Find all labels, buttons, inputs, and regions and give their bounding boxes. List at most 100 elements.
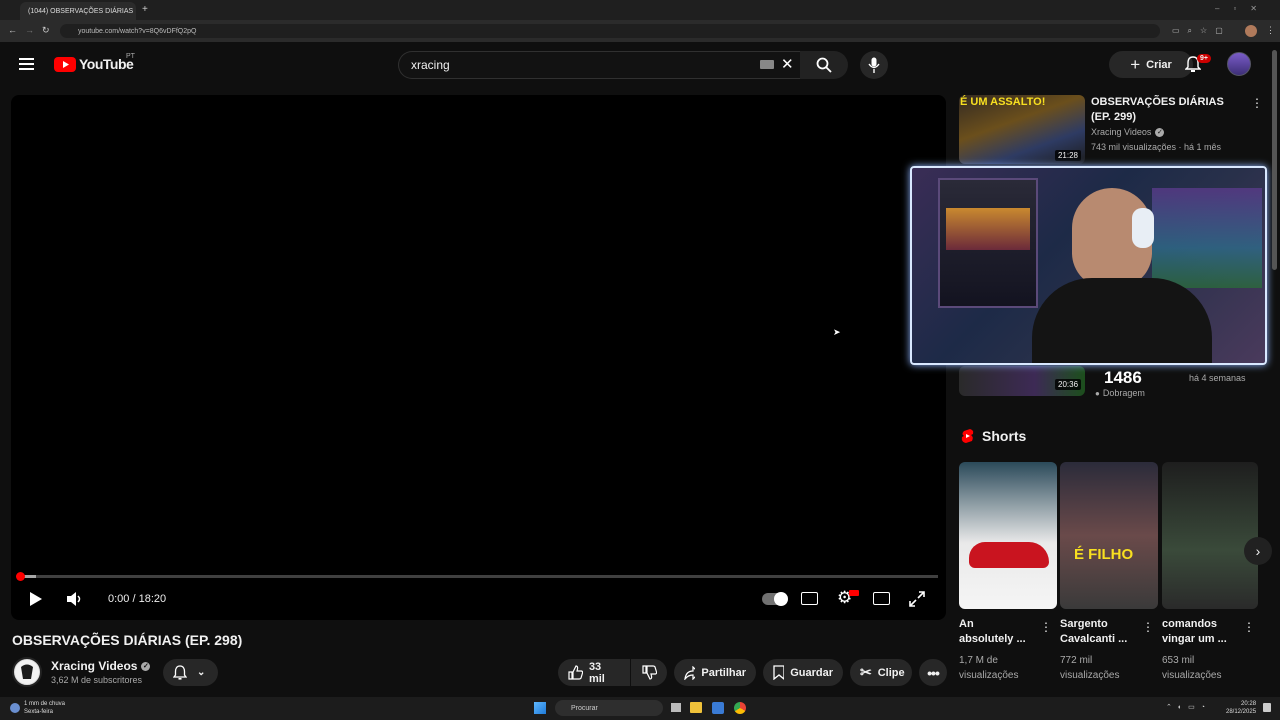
thumbs-down-icon bbox=[641, 665, 657, 680]
chevron-right-icon: › bbox=[1255, 543, 1261, 559]
short-title-2[interactable]: Sargento Cavalcanti ... bbox=[1060, 617, 1127, 647]
profile-icon[interactable] bbox=[1245, 25, 1257, 37]
short-views-line: visualizações bbox=[1060, 670, 1120, 681]
more-dots-icon: ••• bbox=[927, 664, 940, 681]
channel-avatar[interactable] bbox=[12, 657, 42, 687]
volume-button[interactable] bbox=[66, 591, 82, 607]
short-views-line: visualizações bbox=[959, 670, 1019, 681]
chrome-icon[interactable] bbox=[734, 702, 746, 714]
rec-thumbnail-2[interactable]: 20:36 bbox=[959, 366, 1085, 396]
youtube-logo[interactable]: YouTube bbox=[54, 56, 134, 72]
fullscreen-icon[interactable] bbox=[909, 591, 925, 607]
search-button[interactable] bbox=[800, 51, 848, 79]
share-button[interactable]: Partilhar bbox=[674, 659, 756, 686]
store-icon[interactable] bbox=[712, 702, 724, 714]
short-title-line: comandos bbox=[1162, 618, 1218, 630]
browser-toolbar-icons[interactable]: ▭⌕☆▢ bbox=[1172, 26, 1231, 36]
weather-line: 1 mm de chuva bbox=[24, 701, 66, 707]
clip-button[interactable]: ✂ Clipe bbox=[850, 659, 912, 686]
save-button[interactable]: Guardar bbox=[763, 659, 843, 686]
search-text: xracing bbox=[411, 58, 450, 72]
rec-title-1[interactable]: OBSERVAÇÕES DIÁRIAS (EP. 299) bbox=[1091, 95, 1241, 125]
url-field[interactable]: youtube.com/watch?v=8Q6vDFfQ2pQ bbox=[60, 24, 1160, 38]
video-player[interactable] bbox=[11, 95, 946, 620]
notification-center-icon[interactable] bbox=[1263, 703, 1271, 712]
short-menu-icon[interactable]: ⋮ bbox=[1142, 620, 1154, 634]
subscribe-bell-button[interactable]: ⌄ bbox=[163, 659, 218, 686]
rec-counter: 1486 bbox=[1104, 368, 1142, 387]
short-thumb-text: É FILHO bbox=[1074, 546, 1134, 563]
rec-menu-icon[interactable]: ⋮ bbox=[1251, 96, 1263, 110]
verified-icon: ✓ bbox=[1155, 127, 1165, 137]
person-body bbox=[1032, 278, 1212, 363]
dislike-button[interactable] bbox=[631, 659, 667, 686]
channel-name-row[interactable]: Xracing Videos ✓ bbox=[51, 659, 151, 673]
rec-thumbnail-1[interactable]: É UM ASSALTO! 21:28 bbox=[959, 95, 1085, 164]
menu-dots-icon[interactable]: ⋮ bbox=[1266, 25, 1275, 36]
short-thumbnail-2[interactable]: É FILHO bbox=[1060, 462, 1158, 609]
avatar-button[interactable] bbox=[1227, 52, 1251, 76]
clock-date: 28/12/2025 bbox=[1226, 709, 1257, 715]
tab-title: (1044) OBSERVAÇÕES DIÁRIAS bbox=[28, 7, 134, 15]
clock[interactable]: 20:28 28/12/2025 bbox=[1226, 700, 1256, 716]
short-menu-icon[interactable]: ⋮ bbox=[1243, 620, 1255, 634]
plus-icon: + bbox=[1130, 55, 1141, 74]
scissors-icon: ✂ bbox=[860, 664, 872, 680]
short-title-1[interactable]: An absolutely ... bbox=[959, 617, 1026, 647]
system-tray-icons[interactable]: ⌃◐▭◔ bbox=[1166, 703, 1211, 711]
bell-icon bbox=[173, 665, 187, 680]
back-icon[interactable]: ← bbox=[8, 25, 17, 35]
short-views-2: 772 mil visualizações bbox=[1060, 653, 1119, 683]
weather-widget[interactable]: 1 mm de chuva Sexta-feira bbox=[10, 700, 65, 716]
task-view-icon[interactable] bbox=[671, 703, 681, 712]
taskbar-search[interactable]: Procurar bbox=[555, 700, 663, 716]
progress-scrubber[interactable] bbox=[16, 572, 25, 581]
page-scrollbar[interactable] bbox=[1272, 50, 1277, 270]
rec-channel-name: Xracing Videos bbox=[1091, 127, 1152, 137]
reload-icon[interactable]: ↻ bbox=[42, 25, 50, 36]
rain-icon bbox=[10, 703, 20, 713]
forward-icon[interactable]: → bbox=[25, 25, 34, 35]
more-actions-button[interactable]: ••• bbox=[919, 659, 947, 686]
dubbing-icon: ● bbox=[1095, 388, 1100, 398]
autoplay-toggle[interactable] bbox=[762, 592, 788, 606]
play-button[interactable] bbox=[29, 591, 43, 607]
shorts-logo-icon bbox=[961, 429, 974, 443]
windows-start-icon[interactable] bbox=[534, 702, 546, 714]
like-button[interactable]: 33 mil bbox=[558, 659, 630, 686]
share-icon bbox=[684, 665, 696, 680]
short-title-3[interactable]: comandos vingar um ... bbox=[1162, 617, 1227, 647]
progress-bar[interactable] bbox=[20, 575, 938, 578]
neon-shelf bbox=[1152, 188, 1262, 288]
create-button[interactable]: + Criar bbox=[1109, 51, 1193, 78]
keyboard-icon[interactable] bbox=[760, 60, 774, 69]
channel-logo-icon bbox=[15, 660, 39, 684]
window-controls[interactable]: –▫✕ bbox=[1215, 4, 1271, 13]
dubbing-label: Dobragem bbox=[1102, 388, 1145, 398]
new-tab-button[interactable]: + bbox=[142, 4, 148, 15]
short-menu-icon[interactable]: ⋮ bbox=[1040, 620, 1052, 634]
mouse-cursor: ➤ bbox=[833, 327, 841, 337]
shorts-next-button[interactable]: › bbox=[1244, 537, 1272, 565]
voice-search-button[interactable] bbox=[860, 51, 888, 79]
rec-channel-1[interactable]: Xracing Videos ✓ bbox=[1091, 127, 1165, 137]
play-icon bbox=[30, 592, 42, 606]
url-text: youtube.com/watch?v=8Q6vDFfQ2pQ bbox=[78, 27, 197, 35]
autoplay-knob bbox=[774, 592, 788, 606]
subtitles-icon[interactable] bbox=[801, 592, 818, 605]
webcam-overlay bbox=[910, 166, 1267, 365]
short-thumbnail-3[interactable] bbox=[1162, 462, 1258, 609]
shorts-heading: Shorts bbox=[982, 428, 1027, 444]
hamburger-menu-icon[interactable] bbox=[19, 58, 34, 70]
weather-line: Sexta-feira bbox=[24, 709, 54, 715]
file-explorer-icon[interactable] bbox=[690, 702, 702, 713]
short-views-1: 1,7 M de visualizações bbox=[959, 653, 1018, 683]
browser-tab[interactable]: (1044) OBSERVAÇÕES DIÁRIAS ✕ bbox=[20, 2, 136, 20]
short-title-line: An bbox=[959, 618, 974, 630]
clear-search-icon[interactable]: ✕ bbox=[781, 55, 794, 73]
short-views-3: 653 mil visualizações bbox=[1162, 653, 1221, 683]
theater-mode-icon[interactable] bbox=[873, 592, 890, 605]
search-input[interactable]: xracing bbox=[398, 51, 800, 79]
arcade-screen bbox=[946, 208, 1030, 250]
short-thumbnail-1[interactable] bbox=[959, 462, 1057, 609]
